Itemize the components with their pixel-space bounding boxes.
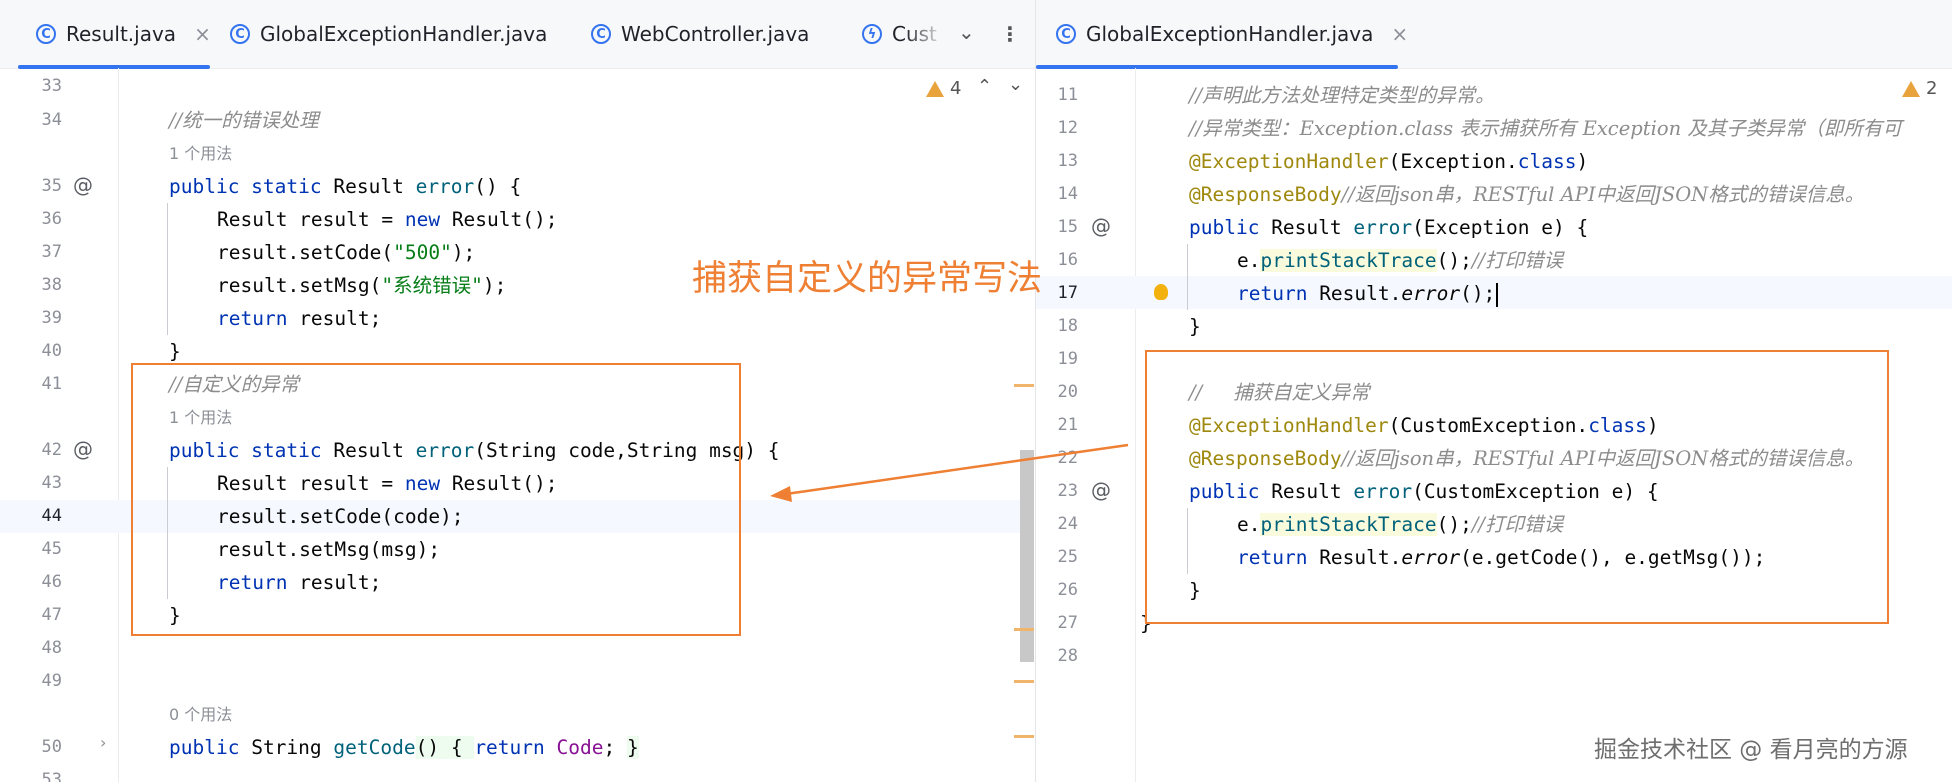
watermark: 掘金技术社区 @ 看月亮的方源 [1594,737,1908,763]
annotation-label: 捕获自定义的异常写法 [692,259,1043,299]
arrow-line [785,443,1129,496]
arrow-overlay [770,443,1129,502]
arrow-head [770,486,792,502]
